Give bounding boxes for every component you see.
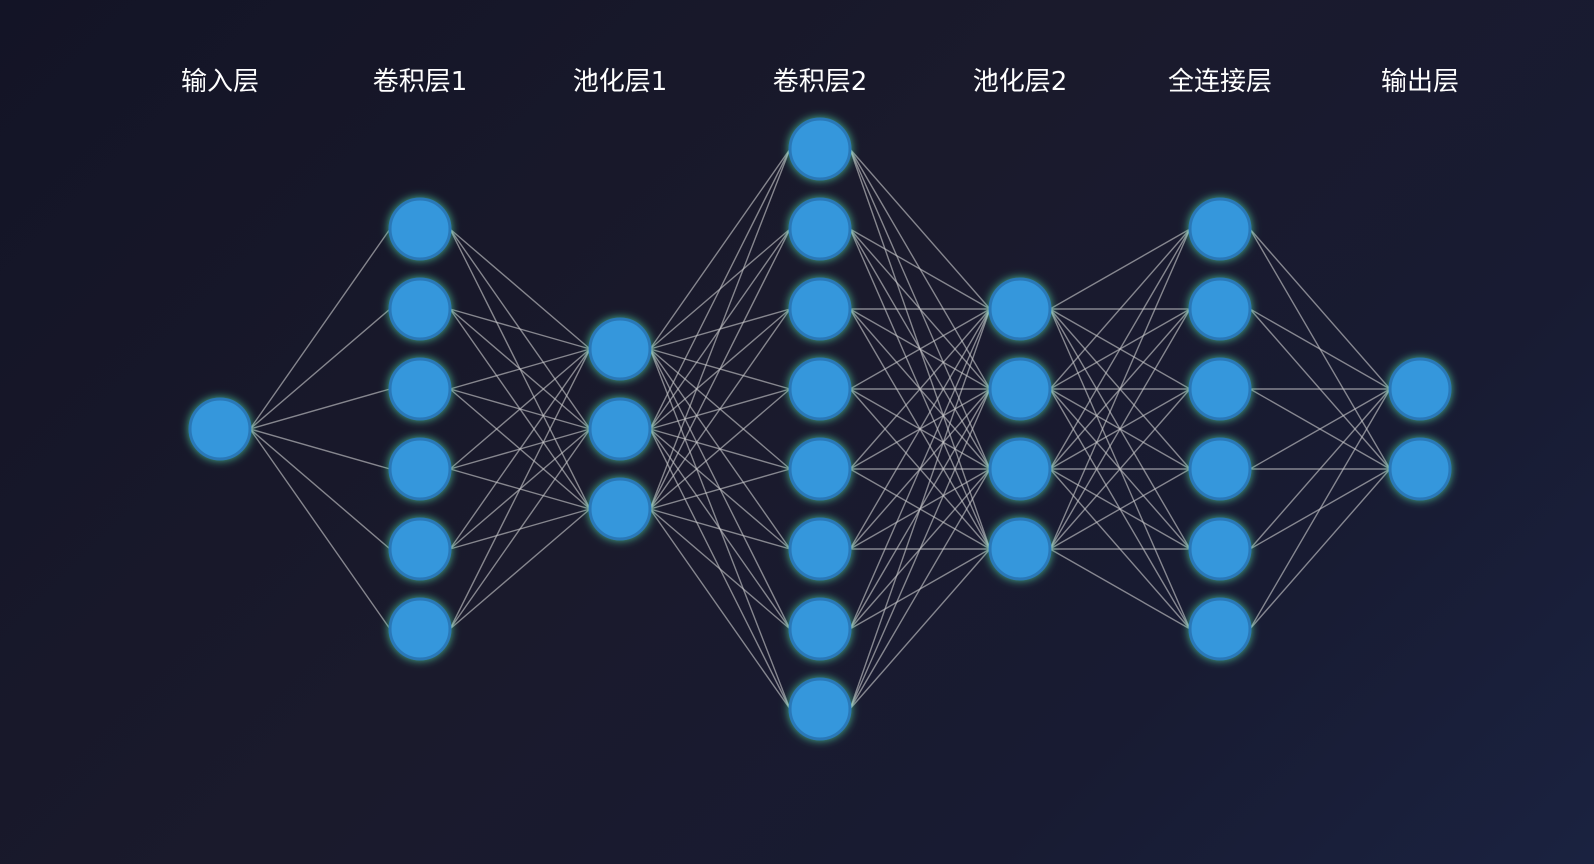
connection-line [1249,468,1391,630]
neuron-layer-3 [588,397,652,461]
connection-line [1249,228,1391,390]
connection-line [1249,308,1391,390]
connection-line [249,228,391,430]
layer-label-pool1: 池化层1 [573,67,668,97]
neuron-layer-4 [788,597,852,661]
layer-label-output: 输出层 [1381,67,1459,97]
neuron-layer-5 [988,277,1052,341]
neuron-layer-3 [588,477,652,541]
neuron-layer-1 [188,397,252,461]
connection-line [849,308,991,710]
connection-line [1049,228,1191,310]
connection-line [449,348,591,470]
neuron-layer-2 [388,517,452,581]
neuron-layer-7 [1388,357,1452,421]
connection-line [649,148,791,510]
connection-line [249,428,391,470]
neuron-layer-4 [788,117,852,181]
connection-line [449,308,591,350]
neuron-layer-2 [388,277,452,341]
connection-line [649,508,791,710]
connection-line [649,148,791,350]
layer-label-fc: 全连接层 [1168,67,1272,97]
neuron-layer-5 [988,437,1052,501]
neuron-layer-6 [1188,517,1252,581]
neuron-layer-4 [788,437,852,501]
layer-label-pool2: 池化层2 [973,67,1068,97]
connection-line [249,428,391,630]
neuron-layer-6 [1188,597,1252,661]
connection-line [649,148,791,430]
connection-line [649,228,791,510]
connection-line [1049,228,1191,470]
connection-line [449,348,591,390]
connection-line [649,468,791,510]
neuron-layer-2 [388,357,452,421]
neuron-layer-6 [1188,197,1252,261]
connection-line [849,548,991,710]
neuron-layer-5 [988,357,1052,421]
connection-line [449,508,591,630]
connection-line [449,348,591,550]
connection-line [449,228,591,350]
neural-network-diagram: 输入层 卷积层1 池化层1 卷积层2 池化层2 全连接层 输出层 [181,67,1459,741]
layer-label-input: 输入层 [181,67,259,97]
neuron-layer-6 [1188,357,1252,421]
connection-line [649,388,791,510]
neuron-layer-6 [1188,277,1252,341]
neuron-layer-4 [788,277,852,341]
neuron-layer-5 [988,517,1052,581]
connection-line [849,468,991,710]
neuron-layer-4 [788,357,852,421]
connection-line [649,308,791,510]
neuron-layer-2 [388,597,452,661]
neuron-layer-4 [788,517,852,581]
connection-line [1249,388,1391,630]
neuron-layer-2 [388,437,452,501]
connection-line [449,348,591,630]
connection-line [249,308,391,430]
connection-line [849,148,991,310]
neuron-layer-7 [1388,437,1452,501]
connection-line [249,428,391,550]
connection-line [249,388,391,430]
layer-label-conv1: 卷积层1 [373,67,468,97]
neuron-layer-3 [588,317,652,381]
neuron-layer-4 [788,677,852,741]
layer-labels: 输入层 卷积层1 池化层1 卷积层2 池化层2 全连接层 输出层 [181,67,1459,97]
neuron-layer-2 [388,197,452,261]
neuron-layer-4 [788,197,852,261]
connection-line [449,428,591,630]
neurons [188,117,1452,741]
connection-line [849,228,991,310]
connection-line [649,508,791,550]
neuron-layer-6 [1188,437,1252,501]
connection-line [1049,548,1191,630]
layer-label-conv2: 卷积层2 [773,67,868,97]
connection-line [649,508,791,630]
